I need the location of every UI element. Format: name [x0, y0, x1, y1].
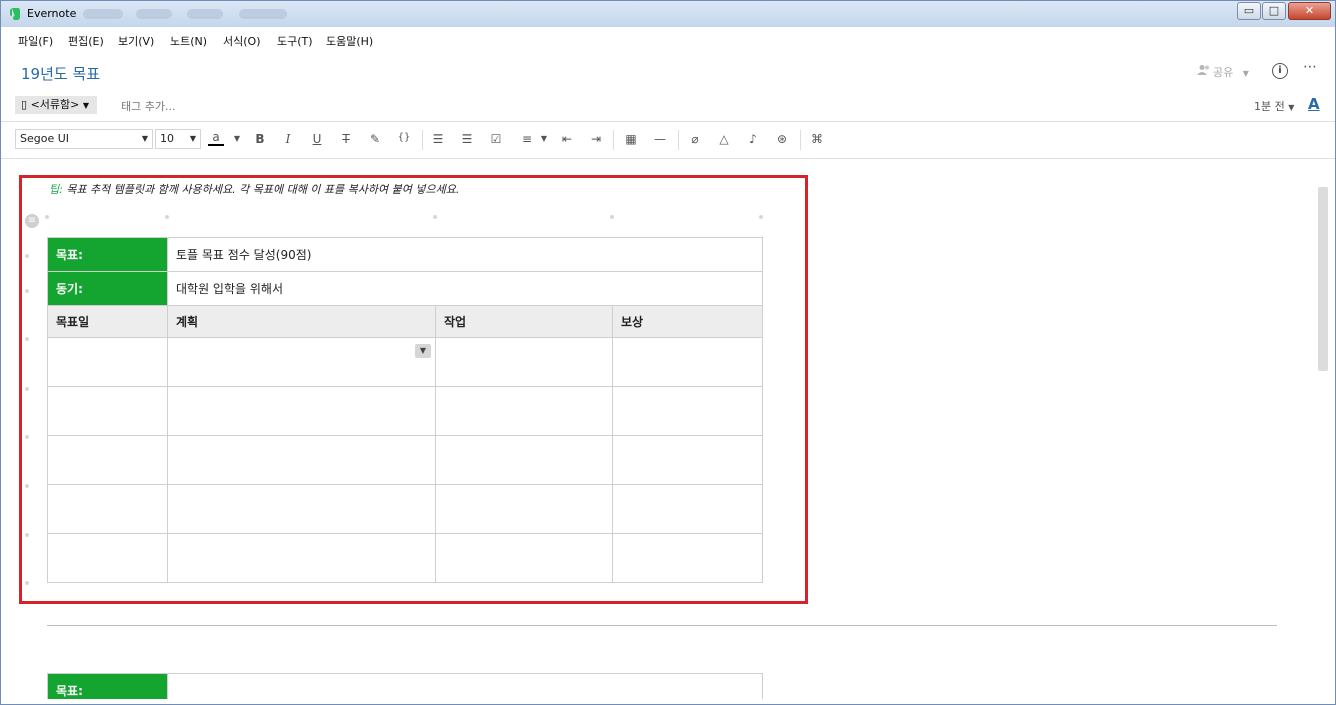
- code-block-icon[interactable]: {}: [394, 132, 414, 143]
- people-icon: [1197, 64, 1213, 79]
- info-icon[interactable]: i: [1272, 63, 1288, 79]
- toolbar-divider: [800, 130, 801, 150]
- notebook-name: <서류함>: [30, 98, 80, 111]
- menu-format[interactable]: 서식(O): [223, 33, 260, 49]
- font-family-select[interactable]: Segoe UI ▼: [15, 129, 153, 149]
- indent-icon[interactable]: ⇥: [586, 132, 606, 146]
- goal-label[interactable]: 목표:: [47, 673, 168, 699]
- text-color-button[interactable]: a: [208, 130, 224, 146]
- font-size-select[interactable]: 10 ▼: [155, 129, 201, 149]
- chevron-down-icon[interactable]: ▼: [534, 134, 554, 143]
- chevron-down-icon[interactable]: ▼: [227, 134, 247, 143]
- horizontal-rule-icon[interactable]: —: [650, 132, 670, 146]
- menu-note[interactable]: 노트(N): [170, 33, 207, 49]
- drive-icon[interactable]: △: [714, 132, 734, 146]
- notebook-row: ▯ <서류함> ▼ 태그 추가... 1분 전 ▼ A: [1, 93, 1335, 122]
- shortcut-icon[interactable]: ⌘: [807, 132, 827, 146]
- toolbar-divider: [422, 130, 423, 150]
- scrollbar-thumb[interactable]: [1318, 187, 1328, 371]
- text-style-icon[interactable]: A: [1308, 95, 1320, 113]
- note-editor[interactable]: 팁: 목표 추적 템플릿과 함께 사용하세요. 각 목표에 대해 이 표를 복사…: [1, 159, 1335, 699]
- evernote-logo-icon: [10, 8, 20, 20]
- modified-label: 1분 전: [1254, 100, 1285, 113]
- format-toolbar: Segoe UI ▼ 10 ▼ a ▼ B I U T ✎ {} ☰ ☰ ☑ ≡…: [1, 122, 1335, 159]
- highlight-annotation: [19, 175, 808, 604]
- menu-edit[interactable]: 편집(E): [68, 33, 104, 49]
- menu-view[interactable]: 보기(V): [118, 33, 154, 49]
- sketch-icon[interactable]: ⊛: [772, 132, 792, 146]
- menu-tools[interactable]: 도구(T): [277, 33, 313, 49]
- tag-input[interactable]: 태그 추가...: [121, 98, 175, 114]
- toolbar-divider: [678, 130, 679, 150]
- vertical-scrollbar[interactable]: [1313, 159, 1333, 699]
- notebook-selector[interactable]: ▯ <서류함> ▼: [15, 96, 98, 114]
- chevron-down-icon: ▼: [1242, 69, 1249, 78]
- share-button[interactable]: 공유 ▼: [1197, 64, 1249, 80]
- blurred-text: [83, 9, 123, 19]
- title-bar: Evernote ▭ □ ✕: [1, 1, 1335, 28]
- bold-button[interactable]: B: [250, 132, 270, 146]
- evernote-window: Evernote ▭ □ ✕ 파일(F) 편집(E) 보기(V) 노트(N) 서…: [0, 0, 1336, 705]
- note-header: 19년도 목표 공유 ▼ i ⋯: [1, 51, 1335, 93]
- share-label: 공유: [1213, 66, 1234, 79]
- more-icon[interactable]: ⋯: [1303, 59, 1318, 75]
- window-title: Evernote: [27, 7, 77, 20]
- chevron-down-icon: ▼: [82, 101, 90, 110]
- horizontal-rule: [47, 625, 1277, 626]
- table-icon[interactable]: ▦: [621, 132, 641, 146]
- goal-table-2: 목표:: [47, 673, 763, 699]
- notebook-icon: ▯: [21, 98, 28, 111]
- menu-help[interactable]: 도움말(H): [326, 33, 373, 49]
- modified-time[interactable]: 1분 전 ▼: [1254, 98, 1294, 114]
- close-button[interactable]: ✕: [1288, 2, 1331, 20]
- chevron-down-icon: ▼: [189, 134, 196, 143]
- menu-file[interactable]: 파일(F): [18, 33, 53, 49]
- outdent-icon[interactable]: ⇤: [557, 132, 577, 146]
- attachment-icon[interactable]: ⌀: [685, 132, 705, 146]
- table-row: 목표:: [47, 673, 763, 699]
- maximize-button[interactable]: □: [1262, 2, 1286, 20]
- note-title[interactable]: 19년도 목표: [21, 63, 100, 84]
- audio-icon[interactable]: ♪: [743, 132, 763, 146]
- numbered-list-icon[interactable]: ☰: [457, 132, 477, 146]
- font-family-value: Segoe UI: [20, 132, 70, 145]
- underline-button[interactable]: U: [307, 132, 327, 146]
- bulleted-list-icon[interactable]: ☰: [428, 132, 448, 146]
- goal-value[interactable]: [167, 673, 763, 699]
- blurred-text: [136, 9, 172, 19]
- checkbox-icon[interactable]: ☑: [486, 132, 506, 146]
- chevron-down-icon: ▼: [141, 134, 148, 143]
- minimize-button[interactable]: ▭: [1237, 2, 1261, 20]
- chevron-down-icon: ▼: [1288, 103, 1295, 112]
- blurred-text: [239, 9, 287, 19]
- menu-bar: 파일(F) 편집(E) 보기(V) 노트(N) 서식(O) 도구(T) 도움말(…: [1, 27, 1335, 51]
- blurred-text: [187, 9, 223, 19]
- font-size-value: 10: [160, 132, 174, 145]
- italic-button[interactable]: I: [278, 132, 298, 146]
- strikethrough-button[interactable]: T: [336, 132, 356, 146]
- highlighter-icon[interactable]: ✎: [365, 132, 385, 146]
- toolbar-divider: [613, 130, 614, 150]
